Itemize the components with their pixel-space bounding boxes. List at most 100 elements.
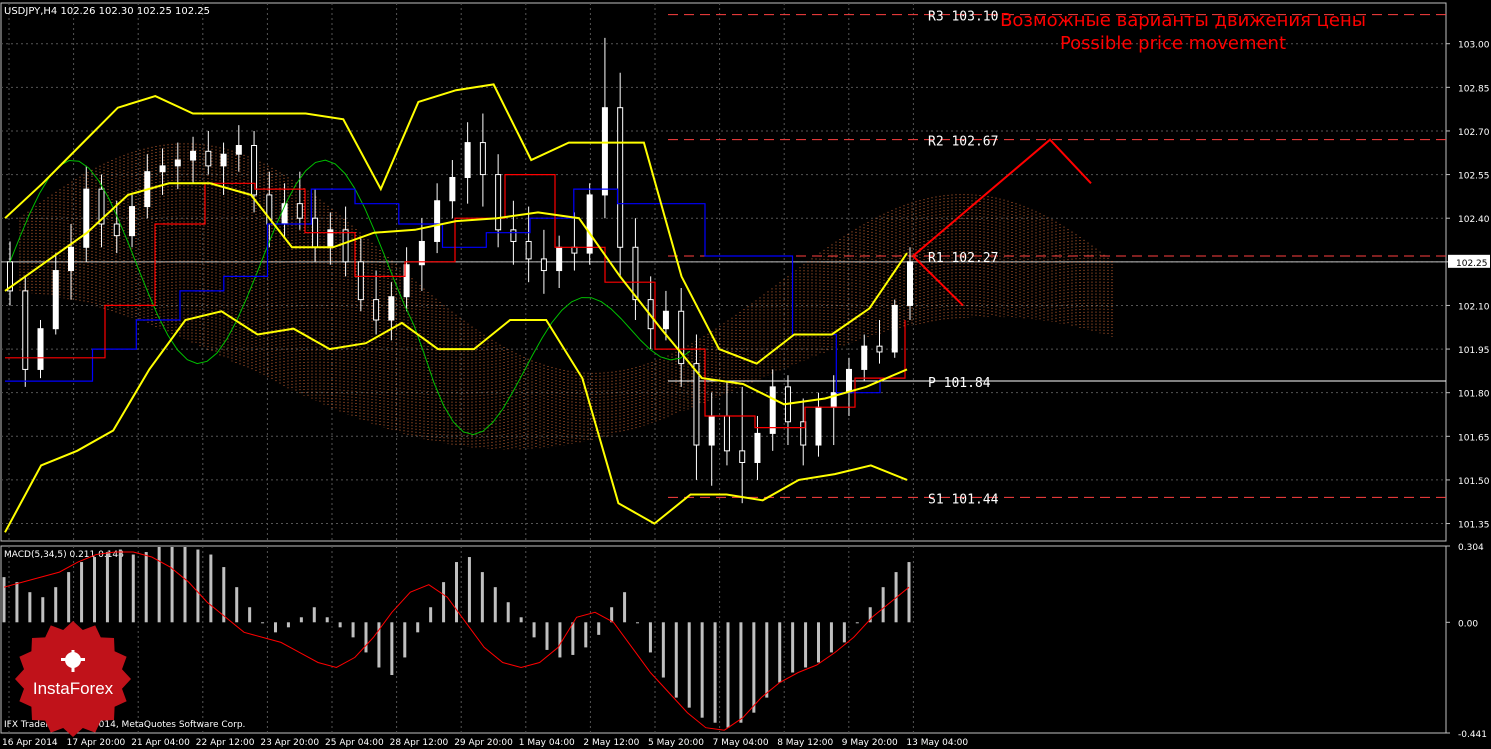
macd-bar [804,622,808,668]
macd-bar [131,554,135,623]
macd-bar [299,617,303,623]
macd-bar [519,617,523,623]
candle-body [632,246,639,301]
macd-bar [364,622,368,653]
macd-bar [183,547,187,623]
candle-body [464,142,471,178]
logo-text: InstaForex [33,679,114,698]
candle-body [68,246,75,272]
x-tick-label: 23 Apr 20:00 [260,738,319,748]
candle-body [357,261,364,301]
candle-body [495,174,502,231]
candle-body [129,206,136,237]
y-tick-label: 101.50 [1458,477,1490,487]
macd-bar [506,602,510,623]
candle-body [617,107,624,248]
candle-body [571,246,578,254]
x-tick-label: 7 May 04:00 [713,738,769,748]
y-tick-label: 101.80 [1458,390,1490,400]
macd-bar [881,587,885,623]
macd-bar [157,547,161,623]
macd-y-tick-label: -0.441 [1458,730,1487,740]
candle-body [449,176,456,202]
y-tick-label: 101.95 [1458,346,1490,356]
candle-body [708,415,715,446]
instaforex-logo: InstaForex [14,620,132,738]
macd-bar [752,622,756,713]
macd-bar [261,622,265,624]
macd-bar [791,622,795,673]
macd-bar [338,622,342,628]
y-tick-label: 102.55 [1458,172,1490,182]
candle-body [251,144,258,196]
ichimoku-cloud [19,143,1113,450]
macd-bar [674,622,678,698]
candle-body [373,299,380,321]
macd-bar [429,607,433,623]
candle-body [754,432,761,463]
macd-bar [222,567,226,623]
x-tick-label: 2 May 12:00 [583,738,639,748]
macd-bar [54,587,58,623]
candle-body [342,229,349,263]
macd-bar [416,622,420,633]
macd-bar [170,547,174,623]
current-price-label: 102.25 [1456,259,1488,269]
macd-bar [817,622,820,663]
price-panel-frame [0,2,1447,542]
x-tick-label: 22 Apr 12:00 [196,738,255,748]
macd-bar [700,622,704,718]
macd-bar [532,622,536,638]
candle-body [83,188,90,248]
macd-bar [105,552,109,623]
macd-bar [455,562,458,623]
macd-bar [765,622,769,698]
candle-body [205,150,212,167]
macd-bar [726,622,730,728]
macd-bar [28,592,32,623]
macd-bar [493,587,497,623]
macd-y-tick-label: 0.304 [1458,543,1484,553]
macd-bar [80,562,84,623]
macd-bar [739,622,743,723]
y-tick-label: 101.35 [1458,521,1490,531]
macd-bar [610,607,614,623]
macd-bar [842,622,846,643]
annotation-line-2: Possible price movement [1060,33,1286,54]
candle-body [769,386,776,434]
candle-body [190,150,197,161]
x-tick-label: 8 May 12:00 [777,738,833,748]
candle-body [113,223,120,237]
macd-bar [325,617,329,623]
chart-canvas: 103.00 102.85 102.70 102.55 102.40 102.25 102.… [0,2,1490,748]
candles [7,37,913,504]
macd-bar [584,622,588,648]
x-tick-label: 1 May 04:00 [519,738,575,748]
x-tick-label: 28 Apr 12:00 [390,738,449,748]
x-tick-label: 21 Apr 04:00 [131,738,190,748]
candle-body [159,165,166,173]
macd-bar [467,557,471,623]
macd-bar [118,549,122,623]
x-tick-label: 9 May 20:00 [842,738,898,748]
level-label-r3: R3 103.10 [928,10,998,25]
macd-bar [829,622,833,653]
y-tick-label: 102.40 [1458,215,1490,225]
candle-body [739,450,746,463]
macd-y-tick-label: 0.00 [1458,619,1478,629]
candle-body [556,246,563,272]
macd-bar [286,622,290,628]
y-tick-label: 102.70 [1458,128,1490,138]
candle-body [891,304,898,353]
instaforex-logo-badge: InstaForex [15,621,131,737]
x-tick-label: 17 Apr 20:00 [67,738,126,748]
macd-bar [907,562,911,623]
macd-bar [390,622,394,676]
macd-bar [144,552,148,623]
candle-body [540,258,547,272]
candle-body [723,415,730,452]
macd-bar [248,607,252,623]
macd-bar [93,557,96,623]
kijun-sen-line [5,188,881,394]
candle-body [586,194,593,254]
